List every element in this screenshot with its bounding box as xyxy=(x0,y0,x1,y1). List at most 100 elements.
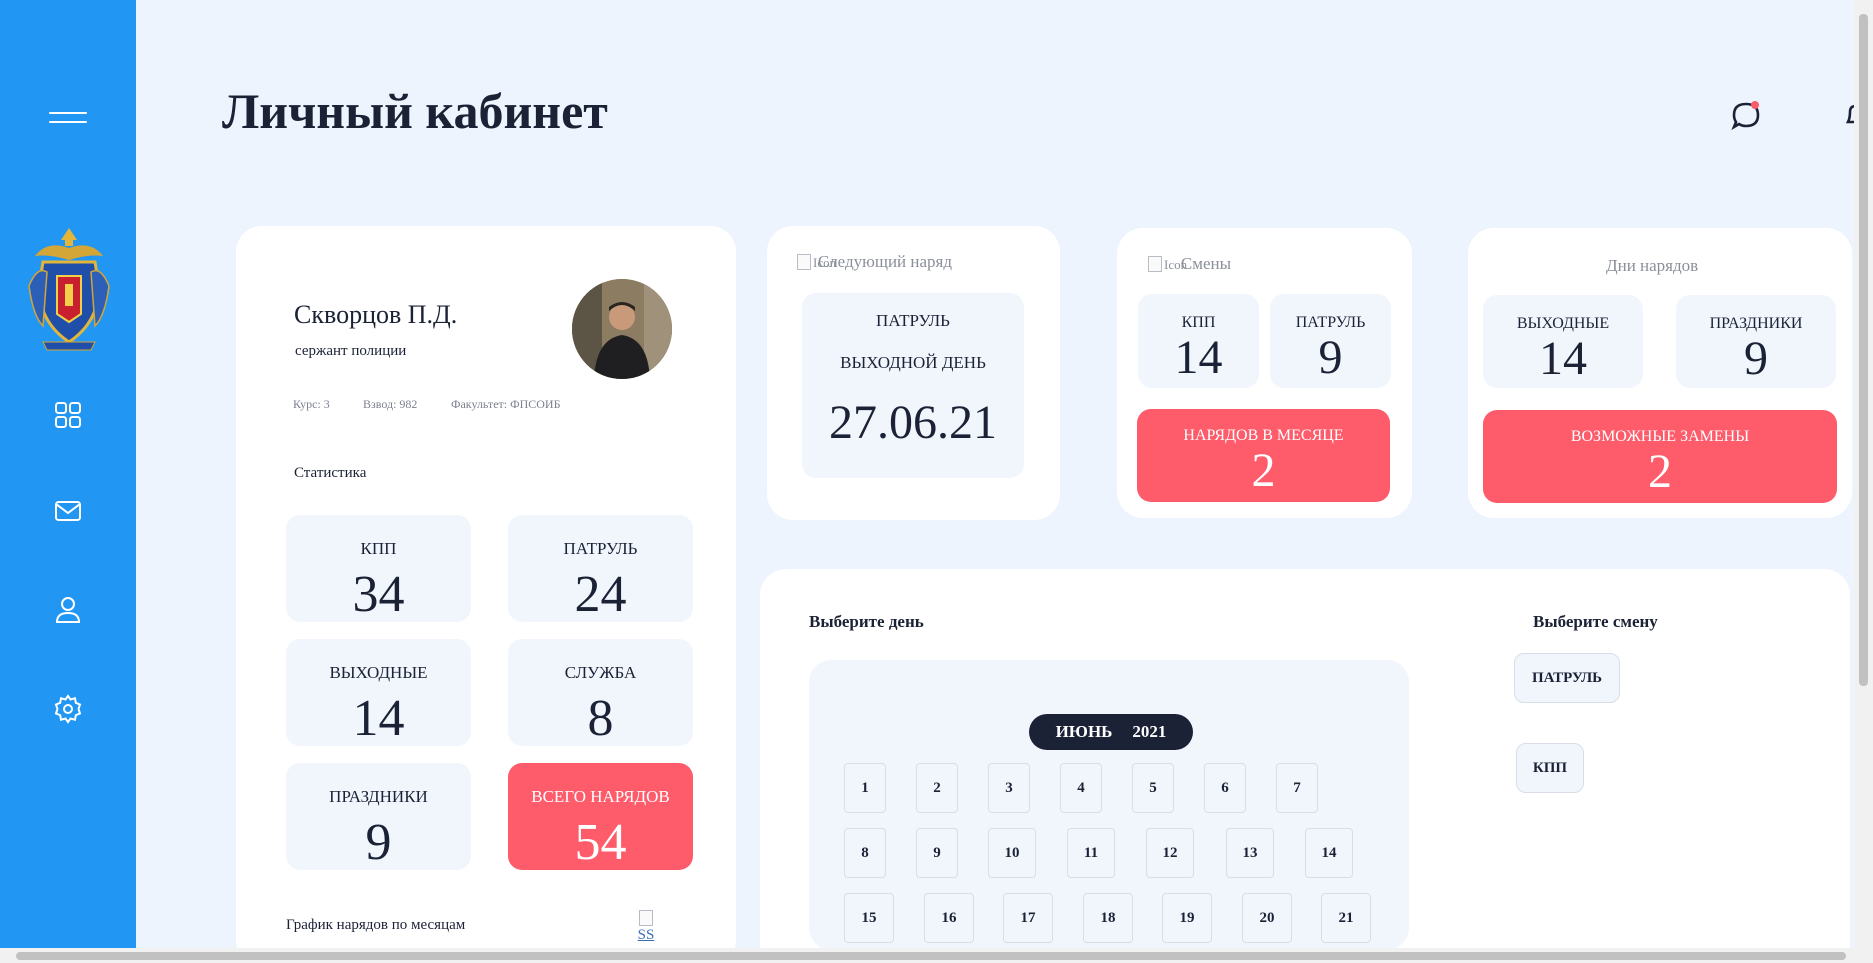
hamburger-icon[interactable] xyxy=(49,110,87,126)
calendar-day[interactable]: 9 xyxy=(916,828,958,878)
stat-patrol: ПАТРУЛЬ 24 xyxy=(508,515,693,622)
calendar-day[interactable]: 14 xyxy=(1305,828,1353,878)
next-duty-date: 27.06.21 xyxy=(829,396,997,449)
stat-value: 24 xyxy=(574,566,627,623)
scroll-thumb[interactable] xyxy=(16,952,1846,960)
broken-image-icon xyxy=(1148,256,1162,272)
year-label: 2021 xyxy=(1132,722,1167,741)
chart-alt-text: SS xyxy=(637,927,655,943)
stat-label: ПАТРУЛЬ xyxy=(563,539,638,558)
monthly-chart-image: SS xyxy=(636,910,656,943)
calendar-day[interactable]: 8 xyxy=(844,828,886,878)
duty-days-holidays: ПРАЗДНИКИ 9 xyxy=(1676,295,1836,388)
scroll-thumb[interactable] xyxy=(1859,14,1868,686)
stat-label: СЛУЖБА xyxy=(564,663,637,682)
shift-option-kpp[interactable]: КПП xyxy=(1516,743,1584,793)
month-label: ИЮНЬ xyxy=(1055,722,1113,741)
swaps-label: ВОЗМОЖНЫЕ ЗАМЕНЫ xyxy=(1570,428,1750,445)
stat-value: 54 xyxy=(574,814,627,871)
holidays-value: 9 xyxy=(1744,332,1768,385)
stat-label: КПП xyxy=(360,539,397,558)
calendar-day[interactable]: 19 xyxy=(1162,893,1212,943)
calendar-day[interactable]: 11 xyxy=(1067,828,1115,878)
calendar-day[interactable]: 4 xyxy=(1060,763,1102,813)
shifts-header: Icon Смены xyxy=(1148,254,1231,274)
calendar-day[interactable]: 6 xyxy=(1204,763,1246,813)
calendar-day[interactable]: 20 xyxy=(1242,893,1292,943)
holidays-label: ПРАЗДНИКИ xyxy=(1709,315,1803,332)
calendar-day[interactable]: 1 xyxy=(844,763,886,813)
stats-title: Статистика xyxy=(294,465,367,481)
stat-label: ПРАЗДНИКИ xyxy=(329,787,428,806)
stat-holidays: ПРАЗДНИКИ 9 xyxy=(286,763,471,870)
police-emblem-logo xyxy=(28,228,110,351)
duty-days-weekends: ВЫХОДНЫЕ 14 xyxy=(1483,295,1643,388)
calendar-day[interactable]: 2 xyxy=(916,763,958,813)
next-duty-header: Icon Следующий наряд xyxy=(797,252,952,272)
profile-faculty: Факультет: ФПСОИБ xyxy=(451,397,561,411)
swaps-value: 2 xyxy=(1648,445,1672,498)
stat-value: 9 xyxy=(365,814,392,871)
next-duty-title: Следующий наряд xyxy=(817,252,952,271)
duty-days-title: Дни нарядов xyxy=(1606,256,1699,275)
profile-course: Курс: 3 xyxy=(293,397,330,411)
stat-kpp: КПП 34 xyxy=(286,515,471,622)
stat-label: ВЫХОДНЫЕ xyxy=(329,663,428,682)
weekends-value: 14 xyxy=(1539,332,1587,385)
calendar-day[interactable]: 21 xyxy=(1321,893,1371,943)
calendar-day[interactable]: 16 xyxy=(924,893,974,943)
calendar-day[interactable]: 15 xyxy=(844,893,894,943)
horizontal-scrollbar[interactable] xyxy=(0,948,1873,963)
next-duty-day: ВЫХОДНОЙ ДЕНЬ xyxy=(840,353,986,372)
stat-total-duties: ВСЕГО НАРЯДОВ 54 xyxy=(508,763,693,870)
calendar-day[interactable]: 12 xyxy=(1146,828,1194,878)
calendar-day[interactable]: 13 xyxy=(1226,828,1274,878)
shifts-patrol-value: 9 xyxy=(1318,331,1343,384)
stat-label: ВСЕГО НАРЯДОВ xyxy=(531,787,670,806)
vertical-scrollbar[interactable] xyxy=(1854,0,1873,948)
weekends-label: ВЫХОДНЫЕ xyxy=(1516,315,1610,332)
calendar-day[interactable]: 3 xyxy=(988,763,1030,813)
profile-platoon: Взвод: 982 xyxy=(363,397,418,411)
possible-swaps: ВОЗМОЖНЫЕ ЗАМЕНЫ 2 xyxy=(1483,410,1837,503)
avatar xyxy=(572,279,672,379)
next-duty-type: ПАТРУЛЬ xyxy=(876,311,950,330)
next-duty-info: ПАТРУЛЬ ВЫХОДНОЙ ДЕНЬ 27.06.21 xyxy=(802,293,1024,478)
stat-value: 34 xyxy=(352,566,405,623)
profile-name: Скворцов П.Д. xyxy=(294,300,458,329)
profile-rank: сержант полиции xyxy=(295,343,407,359)
page-title: Личный кабинет xyxy=(222,83,608,139)
stat-value: 14 xyxy=(352,690,405,747)
broken-image-icon xyxy=(797,254,811,270)
shifts-patrol-label: ПАТРУЛЬ xyxy=(1295,314,1366,331)
shifts-kpp-label: КПП xyxy=(1181,314,1216,331)
shifts-title: Смены xyxy=(1180,254,1232,273)
shift-option-patrol[interactable]: ПАТРУЛЬ xyxy=(1514,653,1620,703)
user-icon[interactable] xyxy=(52,594,84,626)
shifts-patrol: ПАТРУЛЬ 9 xyxy=(1270,294,1391,388)
broken-image-icon xyxy=(639,910,653,926)
calendar-day[interactable]: 5 xyxy=(1132,763,1174,813)
calendar-day[interactable]: 10 xyxy=(988,828,1036,878)
shifts-kpp: КПП 14 xyxy=(1138,294,1259,388)
calendar-day[interactable]: 7 xyxy=(1276,763,1318,813)
bell-icon[interactable] xyxy=(1840,98,1854,134)
chat-icon[interactable] xyxy=(1730,98,1762,134)
stat-value: 8 xyxy=(587,690,614,747)
shifts-month-value: 2 xyxy=(1251,444,1276,497)
mail-icon[interactable] xyxy=(52,495,84,527)
month-selector[interactable]: ИЮНЬ 2021 xyxy=(1029,714,1193,750)
grid-icon[interactable] xyxy=(52,399,84,431)
stat-weekends: ВЫХОДНЫЕ 14 xyxy=(286,639,471,746)
shifts-kpp-value: 14 xyxy=(1174,331,1223,384)
stat-service: СЛУЖБА 8 xyxy=(508,639,693,746)
shifts-per-month: НАРЯДОВ В МЕСЯЦЕ 2 xyxy=(1137,409,1390,502)
chart-title: График нарядов по месяцам xyxy=(286,917,466,933)
shifts-month-label: НАРЯДОВ В МЕСЯЦЕ xyxy=(1183,427,1344,444)
shift-select-title: Выберите смену xyxy=(1533,612,1658,631)
gear-icon[interactable] xyxy=(52,693,84,725)
sidebar xyxy=(0,0,136,948)
calendar-title: Выберите день xyxy=(809,612,924,631)
calendar-day[interactable]: 18 xyxy=(1083,893,1133,943)
calendar-day[interactable]: 17 xyxy=(1003,893,1053,943)
